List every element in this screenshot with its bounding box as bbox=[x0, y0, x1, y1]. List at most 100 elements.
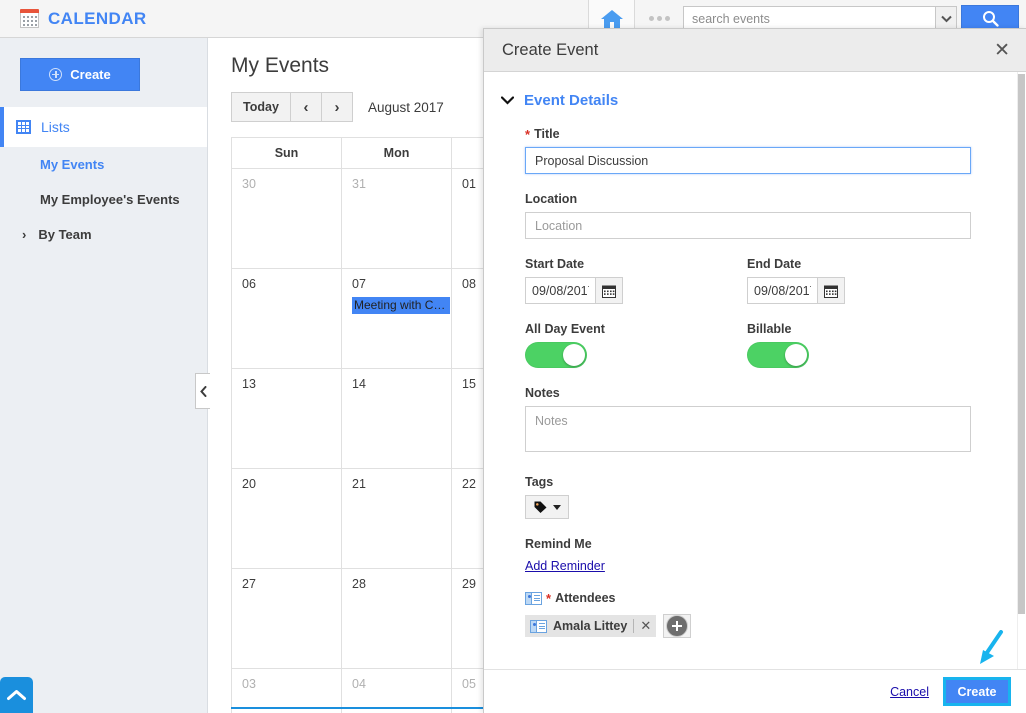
sidebar-item-my-employees-events-label: My Employee's Events bbox=[40, 192, 180, 207]
sidebar-group-by-team-label: By Team bbox=[38, 227, 92, 242]
calendar-day-number: 21 bbox=[352, 477, 366, 491]
caret-down-icon bbox=[553, 504, 561, 510]
dialog-scrollbar[interactable] bbox=[1017, 72, 1026, 669]
notes-textarea[interactable] bbox=[525, 406, 971, 452]
calendar-day-number: 28 bbox=[352, 577, 366, 591]
title-input[interactable] bbox=[525, 147, 971, 174]
tags-label-text: Tags bbox=[525, 475, 554, 489]
next-month-button[interactable]: › bbox=[321, 92, 353, 122]
calendar-day-cell[interactable]: 07 Meeting with C… bbox=[342, 269, 452, 369]
remind-me-label-text: Remind Me bbox=[525, 537, 592, 551]
start-date-label: Start Date bbox=[525, 257, 747, 271]
start-date-label-text: Start Date bbox=[525, 257, 585, 271]
calendar-day-number: 04 bbox=[352, 677, 366, 691]
dialog-title: Create Event bbox=[502, 40, 599, 59]
divider bbox=[633, 619, 635, 633]
attendee-name: Amala Littey bbox=[553, 619, 628, 633]
calendar-day-number: 20 bbox=[242, 477, 256, 491]
chevron-up-icon bbox=[7, 690, 26, 700]
calendar-day-cell[interactable]: 28 bbox=[342, 569, 452, 669]
cancel-button[interactable]: Cancel bbox=[890, 685, 929, 699]
sidebar-item-my-events-label: My Events bbox=[40, 157, 105, 172]
dialog-header: Create Event ✕ bbox=[484, 29, 1026, 72]
chevron-right-icon: › bbox=[22, 227, 27, 242]
location-label-text: Location bbox=[525, 192, 578, 206]
section-event-details-label: Event Details bbox=[524, 92, 619, 109]
dialog-scrollbar-thumb[interactable] bbox=[1018, 74, 1025, 614]
location-label: Location bbox=[525, 192, 969, 206]
create-event-dialog: Create Event ✕ Event Details * Title Pro… bbox=[483, 28, 1026, 713]
required-marker: * bbox=[525, 126, 531, 142]
location-input[interactable] bbox=[525, 212, 971, 239]
calendar-day-number: 14 bbox=[352, 377, 366, 391]
title-label-text: Title bbox=[534, 127, 560, 141]
date-row-labels: Start Date End Date bbox=[525, 239, 969, 277]
date-row-inputs bbox=[525, 277, 969, 304]
remind-me-label: Remind Me bbox=[525, 537, 969, 551]
toggle-row-controls bbox=[525, 342, 969, 368]
section-event-details[interactable]: Event Details bbox=[484, 72, 1026, 109]
calendar-day-cell[interactable]: 06 bbox=[232, 269, 342, 369]
tags-label: Tags bbox=[525, 475, 969, 489]
end-date-input[interactable] bbox=[747, 277, 817, 304]
bottom-accent-bar bbox=[231, 707, 521, 709]
calendar-day-cell[interactable]: 27 bbox=[232, 569, 342, 669]
attendees-chips: Amala Littey ✕ bbox=[525, 614, 969, 638]
sidebar-item-lists[interactable]: Lists bbox=[0, 107, 207, 147]
toggle-row-labels: All Day Event Billable bbox=[525, 304, 969, 342]
sidebar-item-lists-label: Lists bbox=[41, 119, 70, 135]
grid-icon bbox=[16, 120, 31, 134]
start-date-calendar-icon[interactable] bbox=[595, 277, 623, 304]
calendar-day-cell[interactable]: 14 bbox=[342, 369, 452, 469]
create-button-label: Create bbox=[70, 67, 111, 82]
attendees-label: * Attendees bbox=[525, 591, 969, 605]
calendar-day-cell[interactable]: 30 bbox=[232, 169, 342, 269]
start-date-group bbox=[525, 277, 747, 304]
end-date-label-text: End Date bbox=[747, 257, 802, 271]
billable-toggle[interactable] bbox=[747, 342, 809, 368]
sidebar-group-by-team[interactable]: › By Team bbox=[0, 217, 207, 252]
plus-circle-icon bbox=[666, 615, 689, 637]
chevron-down-icon bbox=[500, 93, 515, 108]
calendar-day-number: 27 bbox=[242, 577, 256, 591]
all-day-event-toggle[interactable] bbox=[525, 342, 587, 368]
create-submit-button[interactable]: Create bbox=[943, 677, 1011, 706]
calendar-icon bbox=[20, 9, 39, 28]
required-marker: * bbox=[546, 590, 552, 606]
chevron-left-icon bbox=[199, 385, 206, 397]
calendar-day-cell[interactable]: 20 bbox=[232, 469, 342, 569]
dialog-footer: Cancel Create bbox=[484, 669, 1026, 713]
tags-dropdown-button[interactable] bbox=[525, 495, 569, 519]
attendee-remove-close-icon[interactable]: ✕ bbox=[640, 618, 651, 634]
title-label: * Title bbox=[525, 127, 969, 141]
notes-label: Notes bbox=[525, 386, 969, 400]
panel-collapse-handle[interactable] bbox=[195, 373, 210, 409]
sidebar-item-my-events[interactable]: My Events bbox=[0, 147, 207, 182]
sidebar-item-my-employees-events[interactable]: My Employee's Events bbox=[0, 182, 207, 217]
dialog-body: Event Details * Title Location Start Dat… bbox=[484, 72, 1026, 669]
today-button[interactable]: Today bbox=[231, 92, 291, 122]
add-reminder-link[interactable]: Add Reminder bbox=[525, 559, 605, 573]
close-icon[interactable]: ✕ bbox=[994, 41, 1010, 60]
calendar-day-cell[interactable]: 21 bbox=[342, 469, 452, 569]
end-date-label: End Date bbox=[747, 257, 969, 271]
sidebar: Create Lists My Events My Employee's Eve… bbox=[0, 38, 208, 713]
calendar-event-chip[interactable]: Meeting with C… bbox=[352, 297, 450, 314]
billable-label-text: Billable bbox=[747, 322, 792, 336]
toggle-knob bbox=[563, 344, 585, 366]
create-button[interactable]: Create bbox=[20, 58, 140, 91]
end-date-calendar-icon[interactable] bbox=[817, 277, 845, 304]
add-attendee-button[interactable] bbox=[663, 614, 692, 638]
billable-label: Billable bbox=[747, 322, 969, 336]
prev-month-button[interactable]: ‹ bbox=[290, 92, 322, 122]
start-date-input[interactable] bbox=[525, 277, 595, 304]
calendar-day-cell[interactable]: 31 bbox=[342, 169, 452, 269]
tag-icon bbox=[534, 501, 547, 513]
attendee-chip[interactable]: Amala Littey ✕ bbox=[525, 615, 657, 637]
scroll-to-top-button[interactable] bbox=[0, 677, 33, 713]
calendar-day-cell[interactable]: 13 bbox=[232, 369, 342, 469]
brand: CALENDAR bbox=[0, 9, 147, 29]
calendar-day-number: 31 bbox=[352, 177, 366, 191]
all-day-event-label: All Day Event bbox=[525, 322, 747, 336]
contact-card-icon bbox=[530, 619, 547, 633]
